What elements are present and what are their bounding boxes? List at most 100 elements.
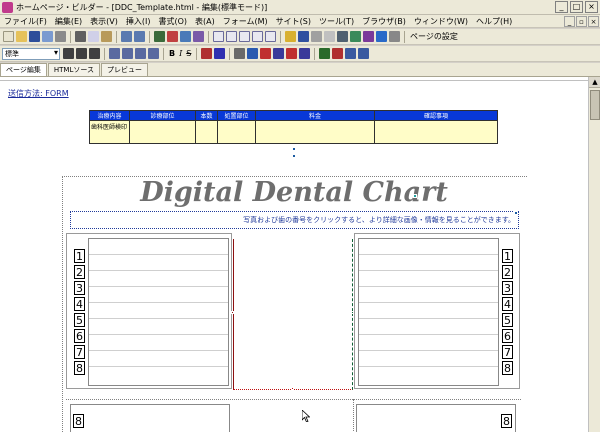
italic-button[interactable]: I bbox=[179, 49, 182, 58]
table-insert-icon[interactable] bbox=[234, 48, 246, 59]
split-icon[interactable] bbox=[265, 31, 276, 42]
title-handle[interactable] bbox=[413, 194, 417, 198]
tooth-number-upper-left-7[interactable]: 7 bbox=[74, 345, 85, 359]
tooth-number-upper-right-5[interactable]: 5 bbox=[502, 313, 513, 327]
undo-icon[interactable] bbox=[121, 31, 132, 42]
frame-icon[interactable] bbox=[213, 31, 224, 42]
scroll-thumb[interactable] bbox=[590, 90, 600, 120]
table-cell[interactable] bbox=[217, 120, 256, 144]
table-cell[interactable] bbox=[129, 120, 196, 144]
form-check-icon[interactable] bbox=[345, 48, 357, 59]
media-icon[interactable] bbox=[337, 31, 348, 42]
minimize-button[interactable]: _ bbox=[555, 1, 568, 13]
doc-restore-button[interactable]: ▫ bbox=[576, 15, 587, 27]
menu-view[interactable]: 表示(V) bbox=[86, 16, 122, 27]
form-text-icon[interactable] bbox=[319, 48, 331, 59]
font-face-icon[interactable] bbox=[214, 48, 226, 59]
font-color-icon[interactable] bbox=[298, 31, 309, 42]
form-radio-icon[interactable] bbox=[358, 48, 370, 59]
table-icon[interactable] bbox=[180, 31, 191, 42]
menu-form[interactable]: フォーム(M) bbox=[219, 16, 272, 27]
font-size-icon[interactable] bbox=[201, 48, 213, 59]
border-icon[interactable] bbox=[252, 31, 263, 42]
align-left-icon[interactable] bbox=[63, 48, 74, 59]
edit-canvas[interactable]: 送信方法: FORM 治療内容 診療部位 本数 処置部位 料金 確認事項 歯科医… bbox=[0, 81, 588, 432]
line-icon[interactable] bbox=[311, 31, 322, 42]
align-right-icon[interactable] bbox=[89, 48, 100, 59]
numbered-list-icon[interactable] bbox=[148, 48, 159, 59]
menu-window[interactable]: ウィンドウ(W) bbox=[410, 16, 472, 27]
align-center-icon[interactable] bbox=[76, 48, 87, 59]
tab-page-edit[interactable]: ページ編集 bbox=[0, 63, 47, 76]
menu-browser[interactable]: ブラウザ(B) bbox=[358, 16, 410, 27]
rule-icon[interactable] bbox=[324, 31, 335, 42]
row-insert-icon[interactable] bbox=[273, 48, 285, 59]
tooth-number-upper-right-7[interactable]: 7 bbox=[502, 345, 513, 359]
tooth-number-upper-left-5[interactable]: 5 bbox=[74, 313, 85, 327]
tooth-number-upper-right-6[interactable]: 6 bbox=[502, 329, 513, 343]
redo-icon[interactable] bbox=[134, 31, 145, 42]
table-cell[interactable] bbox=[374, 120, 498, 144]
check-icon[interactable] bbox=[389, 31, 400, 42]
table-cell[interactable] bbox=[255, 120, 375, 144]
tooth-number-lower-left-8[interactable]: 8 bbox=[73, 414, 84, 428]
cell-merge-icon[interactable] bbox=[247, 48, 259, 59]
highlight-icon[interactable] bbox=[285, 31, 296, 42]
indent-icon[interactable] bbox=[109, 48, 120, 59]
tooth-number-upper-right-2[interactable]: 2 bbox=[502, 265, 513, 279]
list-icon[interactable] bbox=[135, 48, 146, 59]
tooth-number-upper-right-1[interactable]: 1 bbox=[502, 249, 513, 263]
menu-help[interactable]: ヘルプ(H) bbox=[472, 16, 516, 27]
save-icon[interactable] bbox=[29, 31, 40, 42]
publish-icon[interactable] bbox=[350, 31, 361, 42]
tooth-number-lower-right-8[interactable]: 8 bbox=[501, 414, 512, 428]
palette-icon[interactable] bbox=[363, 31, 374, 42]
menu-edit[interactable]: 編集(E) bbox=[51, 16, 86, 27]
menu-insert[interactable]: 挿入(I) bbox=[122, 16, 155, 27]
strike-button[interactable]: S bbox=[186, 49, 191, 58]
scroll-up-icon[interactable]: ▲ bbox=[589, 77, 600, 88]
table-cell[interactable]: 歯科医師検印 bbox=[89, 120, 130, 144]
resize-handle[interactable] bbox=[514, 211, 518, 215]
table-cell[interactable] bbox=[195, 120, 218, 144]
tooth-number-upper-left-1[interactable]: 1 bbox=[74, 249, 85, 263]
save-all-icon[interactable] bbox=[42, 31, 53, 42]
vertical-scrollbar[interactable]: ▲ bbox=[588, 77, 600, 432]
form-icon[interactable] bbox=[193, 31, 204, 42]
link-icon[interactable] bbox=[154, 31, 165, 42]
layout-icon[interactable] bbox=[226, 31, 237, 42]
new-page-icon[interactable] bbox=[3, 31, 14, 42]
print-icon[interactable] bbox=[55, 31, 66, 42]
menu-table[interactable]: 表(A) bbox=[191, 16, 219, 27]
tooth-number-upper-right-4[interactable]: 4 bbox=[502, 297, 513, 311]
tooth-number-upper-left-3[interactable]: 3 bbox=[74, 281, 85, 295]
menu-tools[interactable]: ツール(T) bbox=[315, 16, 358, 27]
col-insert-icon[interactable] bbox=[286, 48, 298, 59]
anchor-marker[interactable] bbox=[292, 154, 296, 158]
tab-html-source[interactable]: HTMLソース bbox=[47, 63, 101, 76]
tooth-number-upper-left-4[interactable]: 4 bbox=[74, 297, 85, 311]
resize-handle[interactable] bbox=[291, 387, 294, 390]
paste-icon[interactable] bbox=[101, 31, 112, 42]
tooth-number-upper-left-2[interactable]: 2 bbox=[74, 265, 85, 279]
tab-preview[interactable]: プレビュー bbox=[101, 63, 149, 76]
cut-icon[interactable] bbox=[75, 31, 86, 42]
page-setup-button[interactable]: ページの設定 bbox=[410, 31, 458, 42]
grid-icon[interactable] bbox=[239, 31, 250, 42]
row-delete-icon[interactable] bbox=[299, 48, 311, 59]
doc-minimize-button[interactable]: _ bbox=[564, 15, 575, 27]
menu-site[interactable]: サイト(S) bbox=[272, 16, 315, 27]
close-button[interactable]: × bbox=[585, 1, 598, 13]
form-button-icon[interactable] bbox=[332, 48, 344, 59]
resize-handle[interactable] bbox=[231, 311, 234, 314]
anchor-marker[interactable] bbox=[292, 147, 296, 151]
menu-file[interactable]: ファイル(F) bbox=[0, 16, 51, 27]
outdent-icon[interactable] bbox=[122, 48, 133, 59]
tooth-number-upper-left-8[interactable]: 8 bbox=[74, 361, 85, 375]
bold-button[interactable]: B bbox=[169, 49, 175, 58]
maximize-button[interactable]: □ bbox=[570, 1, 583, 13]
style-select[interactable]: 標準 bbox=[2, 47, 60, 60]
tooth-number-upper-right-8[interactable]: 8 bbox=[502, 361, 513, 375]
tooth-number-upper-left-6[interactable]: 6 bbox=[74, 329, 85, 343]
menu-format[interactable]: 書式(O) bbox=[154, 16, 191, 27]
